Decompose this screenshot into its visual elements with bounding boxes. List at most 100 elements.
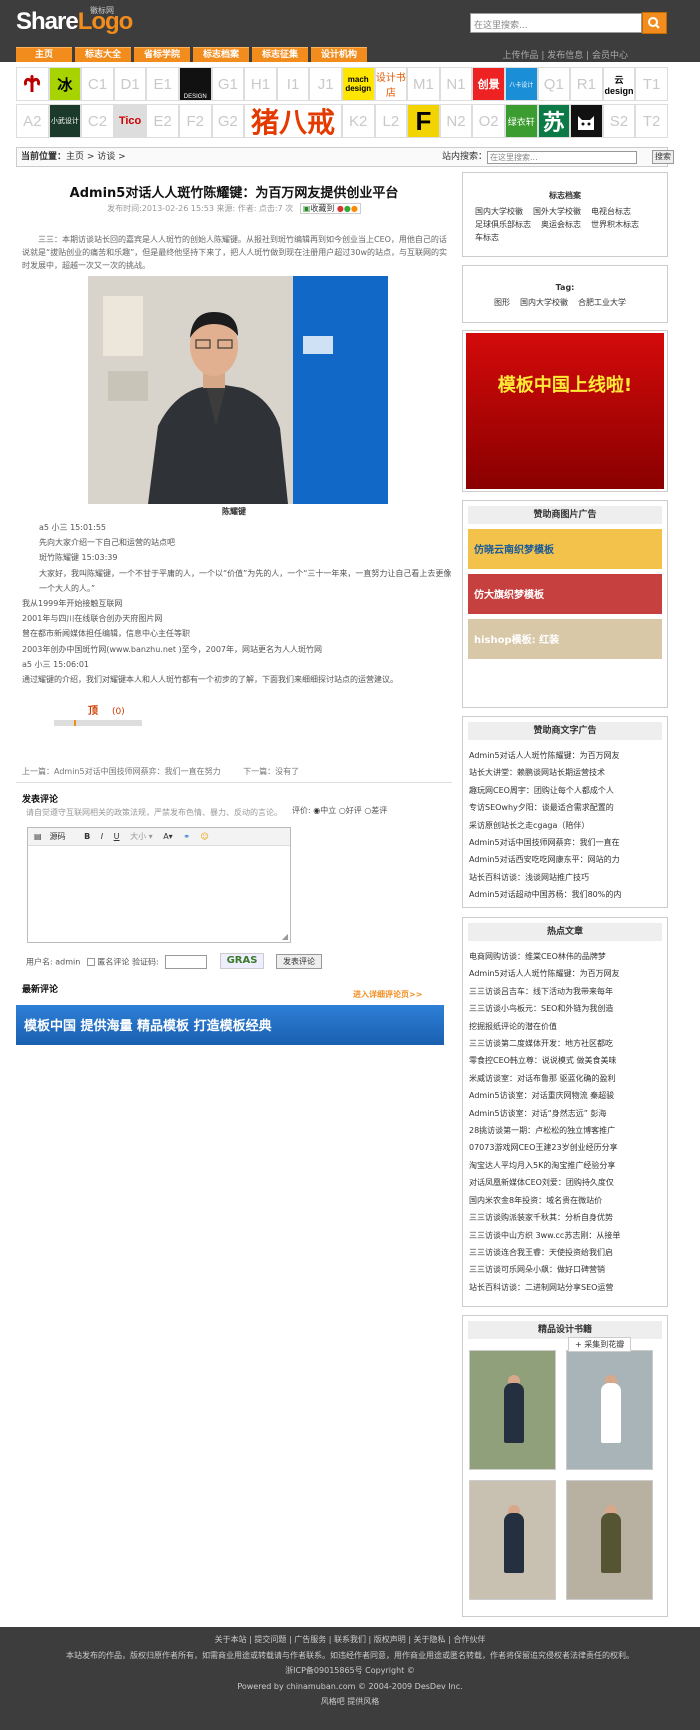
top-search-input[interactable]: 在这里搜索... [470,13,642,33]
vote-label[interactable]: 顶 [88,706,98,717]
text-ad-link[interactable]: 采访原创站长之走cgaga（陪伴） [469,817,661,834]
site-logo[interactable]: ShareLogo [16,8,133,36]
hot-article-link[interactable]: 米威访谈室：对话布鲁那 驱蓝化确的盈利 [469,1070,661,1087]
image-ad[interactable]: 仿晓云南织梦模板 [468,529,662,569]
pin-to-huaban-tip[interactable]: + 采集到花瓣 [568,1337,632,1352]
hot-article-link[interactable]: 挖掘报纸评论的潜在价值 [469,1018,661,1035]
logo-tile[interactable]: DESIGN [178,67,212,101]
site-search-input[interactable]: 在这里搜索... [487,151,637,164]
site-search-button[interactable]: 搜索 [652,150,674,164]
top-search-button[interactable] [642,12,667,34]
logo-tile[interactable] [570,104,603,138]
collect-button[interactable]: ▣收藏到 ●●● [299,203,361,214]
archive-link[interactable]: 奥运会标志 [541,218,581,231]
text-ad-link[interactable]: 专访SEOwhy夕阳：谈最适合需求配置的 [469,799,661,816]
editor-resize-handle[interactable]: ◢ [282,932,288,941]
underline-button[interactable]: U [114,832,120,841]
text-ad-link[interactable]: 站长大讲堂：赖鹏谈网站长期运营技术 [469,764,661,781]
captcha-input[interactable] [165,955,208,969]
social-share-icons[interactable]: ● [337,204,344,213]
logo-tile[interactable]: 绿衣轩 [504,104,538,138]
text-ad-link[interactable]: Admin5对话西安吃吃网康东平：网站的力 [469,851,661,868]
book-thumbnail[interactable] [469,1480,556,1600]
text-ad-link[interactable]: Admin5对话超动中国苏杨：我们80%的内 [469,886,661,903]
logo-tile[interactable]: 冰 [48,67,82,101]
more-comments-link[interactable]: 进入详细评论页>> [353,989,422,1000]
footer-links[interactable]: 关于本站 | 提交问题 | 广告服务 | 联系我们 | 版权声明 | 关于隐私 … [0,1632,700,1648]
book-thumbnail[interactable] [566,1480,653,1600]
hot-article-link[interactable]: 三三访谈小鸟板元：SEO和外链为我创造 [469,1000,661,1017]
hot-article-link[interactable]: 零食控CEO韩立尊：说说模式 做美食美味 [469,1052,661,1069]
book-thumbnail[interactable] [566,1350,653,1470]
nav-archive[interactable]: 标志档案 [193,47,249,62]
logo-tile[interactable]: 云design [602,67,636,101]
tag-link[interactable]: 合肥工业大学 [578,296,626,309]
footer-extra[interactable]: 风格吧 提供风格 [0,1694,700,1710]
hot-article-link[interactable]: 对话凤凰新媒体CEO刘爱：团购持久度仅 [469,1174,661,1191]
logo-tile[interactable]: J1 [309,67,342,101]
logo-tile[interactable]: O2 [472,104,505,138]
logo-tile[interactable]: 八卡设计 [504,67,538,101]
logo-tile[interactable]: F [407,104,440,138]
image-ad[interactable]: 仿大旗织梦模板 [468,574,662,614]
nav-agencies[interactable]: 设计机构 [311,47,367,62]
hot-article-link[interactable]: 电商网购访谈：维棠CEO林伟的品牌梦 [469,948,661,965]
logo-tile[interactable]: F2 [178,104,212,138]
logo-tile[interactable]: K2 [341,104,375,138]
submit-comment-button[interactable]: 发表评论 [276,954,322,969]
logo-tile[interactable]: C2 [81,104,114,138]
archive-link[interactable]: 国内大学校徽 [475,205,523,218]
logo-tile[interactable]: L2 [374,104,408,138]
logo-tile[interactable]: I1 [276,67,310,101]
text-ad-link[interactable]: Admin5对话中国技师网蔡弈：我们一直在 [469,834,661,851]
logo-tile[interactable]: mach design [341,67,375,101]
logo-tile[interactable]: R1 [570,67,603,101]
hot-article-link[interactable]: Admin5访谈室：对话“身然志远” 彭海 [469,1105,661,1122]
hot-article-link[interactable]: 国内米农金8年投资：域名贵在微站价 [469,1192,661,1209]
logo-tile[interactable]: A2 [16,104,49,138]
book-thumbnail[interactable] [469,1350,556,1470]
vote-up[interactable]: 顶 (0) [88,702,125,717]
hot-article-link[interactable]: Admin5对话人人斑竹陈耀键：为百万网友 [469,965,661,982]
link-icon[interactable]: ⚭ [183,832,190,841]
logo-tile[interactable]: M1 [407,67,440,101]
text-ad-link[interactable]: Admin5对话人人斑竹陈耀键：为百万网友 [469,747,661,764]
nav-home[interactable]: 主页 [16,47,72,62]
italic-button[interactable]: I [101,832,103,841]
logo-tile[interactable]: 苏 [537,104,571,138]
hot-article-link[interactable]: 28挑访谈第一期：卢松松的独立博客推广 [469,1122,661,1139]
logo-tile[interactable]: N2 [439,104,473,138]
bold-button[interactable]: B [84,832,90,841]
hot-article-link[interactable]: 三三访谈购派装家千秋其：分析自身优势 [469,1209,661,1226]
logo-tile[interactable]: S2 [602,104,636,138]
logo-tile[interactable]: 设计书店 [374,67,408,101]
logo-tile[interactable]: E1 [146,67,179,101]
archive-link[interactable]: 电视台标志 [591,205,631,218]
logo-tile[interactable]: 创景 [472,67,505,101]
text-ad-link[interactable]: 站长百科访谈：浅谈网站推广技巧 [469,869,661,886]
archive-link[interactable]: 国外大学校徽 [533,205,581,218]
font-size-select[interactable]: 大小 ▾ [130,832,153,841]
logo-tile-wide[interactable]: 猪八戒 [244,104,342,138]
logo-tile[interactable]: N1 [439,67,473,101]
logo-tile[interactable]: T2 [635,104,668,138]
ad-banner[interactable]: 模板中国上线啦! [466,333,664,489]
anonymous-checkbox[interactable] [86,958,95,966]
archive-link[interactable]: 世界积木标志 [591,218,639,231]
image-ad[interactable]: hishop模板: 红装 [468,619,662,659]
rating-good-radio[interactable]: ○ [339,806,346,815]
logo-tile[interactable]: Tico [113,104,147,138]
logo-tile[interactable]: E2 [146,104,179,138]
nav-logo-all[interactable]: 标志大全 [75,47,131,62]
smiley-icon[interactable]: ☺ [200,832,208,841]
comment-editor[interactable]: ▤ 源码 B I U 大小 ▾ A▾ ⚭ ☺ ◢ [27,827,291,943]
archive-link[interactable]: 车标志 [475,231,499,244]
hot-article-link[interactable]: 三三访谈吕吉车：线下活动为我带来每年 [469,983,661,1000]
hot-article-link[interactable]: 淘宝达人平均月入5K的淘宝推广经验分享 [469,1157,661,1174]
logo-tile[interactable]: H1 [244,67,277,101]
logo-tile[interactable]: D1 [113,67,147,101]
hot-article-link[interactable]: 站长百科访谈：二进制网站分享SEO运营 [469,1279,661,1296]
tag-link[interactable]: 国内大学校徽 [520,296,568,309]
logo-tile[interactable] [16,67,49,101]
prev-article-link[interactable]: 上一篇：Admin5对话中国技师网蔡弈：我们一直在努力 [22,767,221,776]
